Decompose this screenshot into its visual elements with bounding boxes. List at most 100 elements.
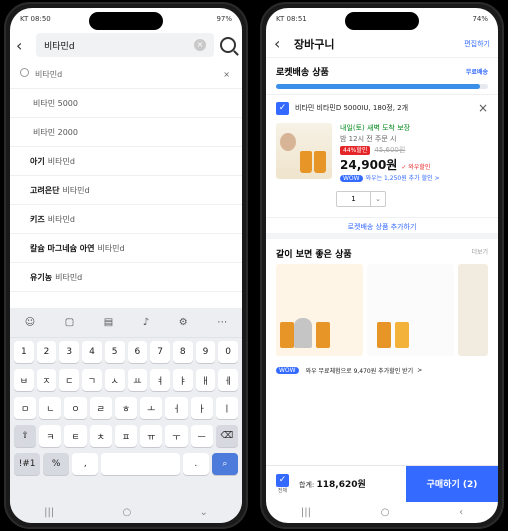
key[interactable]: ㄷ — [59, 369, 80, 391]
mic-icon[interactable]: ♪ — [143, 317, 149, 328]
suggestion-item[interactable]: 칼슘 마그네슘 아연 비타민d — [10, 234, 242, 263]
quantity-value: 1 — [337, 192, 371, 207]
key[interactable]: ㅈ — [36, 369, 57, 391]
wow-badge: WOW — [276, 366, 299, 374]
coupon-label: ✓ 와우할인 — [401, 163, 431, 171]
recent-apps-icon[interactable]: ||| — [301, 507, 311, 518]
key[interactable]: 3 — [59, 341, 80, 363]
reco-carousel — [266, 264, 498, 357]
key[interactable]: ㅂ — [13, 369, 34, 391]
system-nav-bar: ||| ○ ⌄ — [10, 501, 242, 523]
suggestion-item[interactable]: 고려은단 비타민d — [10, 176, 242, 205]
order-deadline: 밤 12시 전 주문 시 — [340, 134, 397, 143]
emoji-icon[interactable]: ☺ — [25, 317, 35, 328]
rocket-section-header: 로켓배송 상품 무료배송 — [266, 58, 498, 81]
item-checkbox[interactable]: ✓ — [276, 101, 289, 115]
key[interactable]: ㅜ — [165, 425, 188, 447]
period-key[interactable]: . — [182, 453, 209, 475]
symbols-key[interactable]: !#1 — [14, 453, 41, 475]
suggestion-bold: 칼슘 마그네슘 아연 — [30, 243, 95, 253]
key[interactable]: ㅇ — [64, 397, 87, 419]
key[interactable]: ㄴ — [39, 397, 62, 419]
key[interactable]: ㅛ — [127, 369, 148, 391]
key[interactable]: ⇧ — [14, 425, 37, 447]
key[interactable]: ㅠ — [140, 425, 163, 447]
phone-left: KT 08:50 97% ‹ 비타민d × 비타민d × 비타민 5000 비타… — [4, 2, 248, 529]
wow-trial-banner[interactable]: WOW 와우 무료체험으로 9,470원 추가할인 받기 > — [276, 362, 488, 378]
edit-button[interactable]: 편집하기 — [464, 39, 490, 49]
key[interactable]: 7 — [150, 341, 170, 363]
key[interactable]: ㅌ — [64, 425, 87, 447]
suggestion-item[interactable]: 아기 비타민d — [10, 147, 242, 176]
add-rocket-items-link[interactable]: 로켓배송 상품 추가하기 — [266, 217, 498, 240]
key[interactable]: ㅗ — [140, 397, 163, 419]
recent-apps-icon[interactable]: ||| — [44, 507, 54, 518]
key[interactable]: 1 — [13, 341, 34, 363]
key[interactable]: ㅕ — [150, 369, 170, 391]
key[interactable]: ㅍ — [114, 425, 138, 447]
key[interactable]: ㅊ — [89, 425, 112, 447]
clear-icon[interactable]: × — [194, 39, 206, 51]
key[interactable]: 9 — [195, 341, 216, 363]
card-discount[interactable]: WOW 와우는 1,250원 추가 할인 > — [340, 174, 488, 183]
space-key[interactable] — [101, 453, 180, 475]
settings-icon[interactable]: ⚙ — [179, 317, 188, 328]
key[interactable]: ㅁ — [14, 397, 37, 419]
key[interactable]: ㄱ — [82, 369, 102, 391]
suggestion-text: 비타민d — [47, 156, 75, 166]
sticker-icon[interactable]: ▢ — [65, 317, 74, 328]
select-all[interactable]: ✓ 전체 — [276, 473, 289, 494]
key[interactable]: ㅑ — [172, 369, 193, 391]
key[interactable]: ㅅ — [104, 369, 125, 391]
buy-button[interactable]: 구매하기 (2) — [406, 465, 498, 502]
reco-product-image[interactable] — [457, 264, 489, 357]
suggestion-item[interactable]: 키즈 비타민d — [10, 205, 242, 234]
home-icon[interactable]: ○ — [122, 507, 131, 518]
search-icon[interactable] — [220, 37, 236, 53]
product-image[interactable] — [276, 123, 332, 179]
key[interactable]: ㅎ — [114, 397, 138, 419]
key[interactable]: 0 — [218, 341, 239, 363]
item-name[interactable]: 비타민 비타민D 5000IU, 180정, 2개 — [295, 103, 478, 113]
back-arrow-icon[interactable]: ‹ — [274, 34, 288, 53]
reco-more-link[interactable]: 더보기 — [471, 247, 488, 260]
key[interactable]: ㅓ — [165, 397, 188, 419]
recent-search-item[interactable]: 비타민d × — [10, 60, 242, 89]
suggestion-text: 비타민 5000 — [33, 98, 78, 108]
suggestion-item[interactable]: 유기농 비타민d — [10, 263, 242, 292]
comma-key[interactable]: , — [72, 453, 99, 475]
key[interactable]: 5 — [104, 341, 125, 363]
search-input[interactable]: 비타민d × — [36, 33, 214, 57]
key[interactable]: ㅐ — [195, 369, 216, 391]
key[interactable]: ㄹ — [89, 397, 112, 419]
more-icon[interactable]: ⋯ — [217, 317, 227, 328]
key[interactable]: ㅔ — [218, 369, 239, 391]
key[interactable]: 6 — [127, 341, 148, 363]
back-icon[interactable]: ‹ — [459, 507, 463, 518]
search-key[interactable]: ⌕ — [211, 453, 238, 475]
key[interactable]: ㅋ — [39, 425, 62, 447]
suggestion-item[interactable]: 비타민 2000 — [10, 118, 242, 147]
recent-search-label: 비타민d — [35, 70, 63, 79]
key[interactable]: ㅡ — [190, 425, 213, 447]
reco-product-image[interactable] — [276, 264, 363, 357]
quantity-stepper[interactable]: 1 ⌄ — [336, 191, 386, 208]
key[interactable]: ㅏ — [190, 397, 213, 419]
key[interactable]: ⌫ — [215, 425, 238, 447]
suggestion-item[interactable]: 비타민 5000 — [10, 89, 242, 118]
keyboard-hide-icon[interactable]: ⌄ — [199, 507, 207, 518]
key[interactable]: 4 — [82, 341, 102, 363]
clipboard-icon[interactable]: ▤ — [104, 317, 113, 328]
percent-key[interactable]: % — [43, 453, 70, 475]
key[interactable]: 2 — [36, 341, 57, 363]
home-icon[interactable]: ○ — [381, 507, 390, 518]
key[interactable]: 8 — [172, 341, 193, 363]
checkout-bar: ✓ 전체 합계: 118,620원 구매하기 (2) — [266, 465, 498, 502]
reco-product-image[interactable] — [366, 264, 454, 357]
key[interactable]: ㅣ — [215, 397, 238, 419]
back-arrow-icon[interactable]: ‹ — [16, 36, 30, 55]
remove-recent-icon[interactable]: × — [223, 70, 230, 79]
remove-item-icon[interactable]: × — [478, 101, 488, 115]
chevron-down-icon[interactable]: ⌄ — [371, 192, 385, 206]
select-all-checkbox[interactable]: ✓ — [276, 473, 289, 487]
